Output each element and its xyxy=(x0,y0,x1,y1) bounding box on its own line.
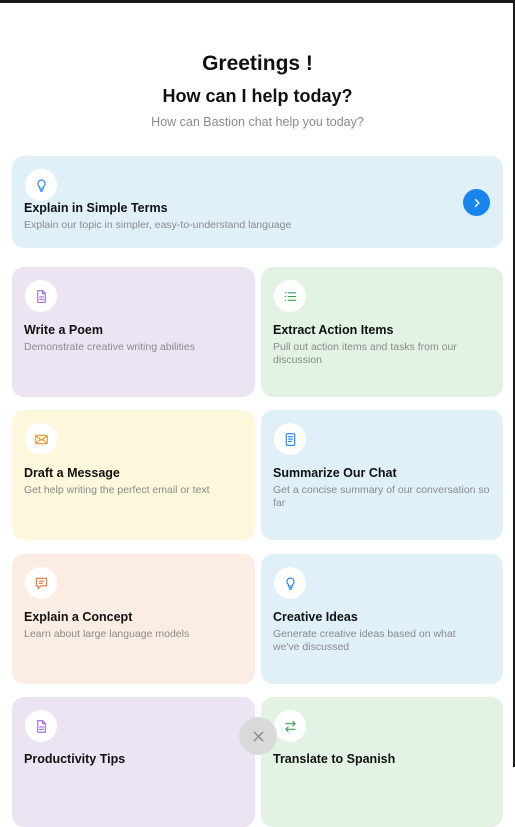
card-description: Demonstrate creative writing abilities xyxy=(24,341,195,353)
card-description: Get help writing the perfect email or te… xyxy=(24,484,210,496)
card-draft-message[interactable]: Draft a Message Get help writing the per… xyxy=(12,410,255,540)
card-explain-concept[interactable]: Explain a Concept Learn about large lang… xyxy=(12,554,255,684)
card-productivity-tips[interactable]: Productivity Tips xyxy=(12,697,255,827)
chat-bubble-icon xyxy=(25,567,57,599)
card-title: Extract Action Items xyxy=(273,323,394,337)
swap-arrows-icon xyxy=(274,710,306,742)
envelope-icon xyxy=(25,423,57,455)
close-icon xyxy=(253,731,263,741)
card-title: Productivity Tips xyxy=(24,752,126,766)
card-translate-spanish[interactable]: Translate to Spanish xyxy=(261,697,503,827)
card-description: Generate creative ideas based on what we… xyxy=(273,628,456,653)
card-summarize-chat[interactable]: Summarize Our Chat Get a concise summary… xyxy=(261,410,503,540)
window-top-border xyxy=(0,0,515,3)
card-write-poem[interactable]: Write a Poem Demonstrate creative writin… xyxy=(12,267,255,397)
chevron-right-icon xyxy=(474,198,480,207)
card-creative-ideas[interactable]: Creative Ideas Generate creative ideas b… xyxy=(261,554,503,684)
card-title: Explain a Concept xyxy=(24,610,133,624)
greeting-title: Greetings ! xyxy=(202,52,313,75)
card-description: Explain our topic in simpler, easy-to-un… xyxy=(24,219,292,231)
summary-document-icon xyxy=(274,423,306,455)
document-icon xyxy=(25,280,57,312)
go-button[interactable] xyxy=(463,189,490,216)
card-explain-simple[interactable]: Explain in Simple Terms Explain our topi… xyxy=(12,156,503,248)
card-description: Get a concise summary of our conversatio… xyxy=(273,484,490,509)
card-extract-action-items[interactable]: Extract Action Items Pull out action ite… xyxy=(261,267,503,397)
help-subtitle: How can Bastion chat help you today? xyxy=(151,115,364,129)
help-heading: How can I help today? xyxy=(162,86,353,106)
close-button[interactable] xyxy=(239,717,277,755)
card-title: Draft a Message xyxy=(24,466,120,480)
document-icon xyxy=(25,710,57,742)
card-title: Explain in Simple Terms xyxy=(24,201,168,215)
card-title: Translate to Spanish xyxy=(273,752,396,766)
lightbulb-icon xyxy=(25,169,57,201)
lightbulb-icon xyxy=(274,567,306,599)
card-description: Pull out action items and tasks from our… xyxy=(273,341,457,366)
list-icon xyxy=(274,280,306,312)
card-title: Summarize Our Chat xyxy=(273,466,397,480)
card-description: Learn about large language models xyxy=(24,628,190,640)
card-title: Creative Ideas xyxy=(273,610,358,624)
card-title: Write a Poem xyxy=(24,323,103,337)
